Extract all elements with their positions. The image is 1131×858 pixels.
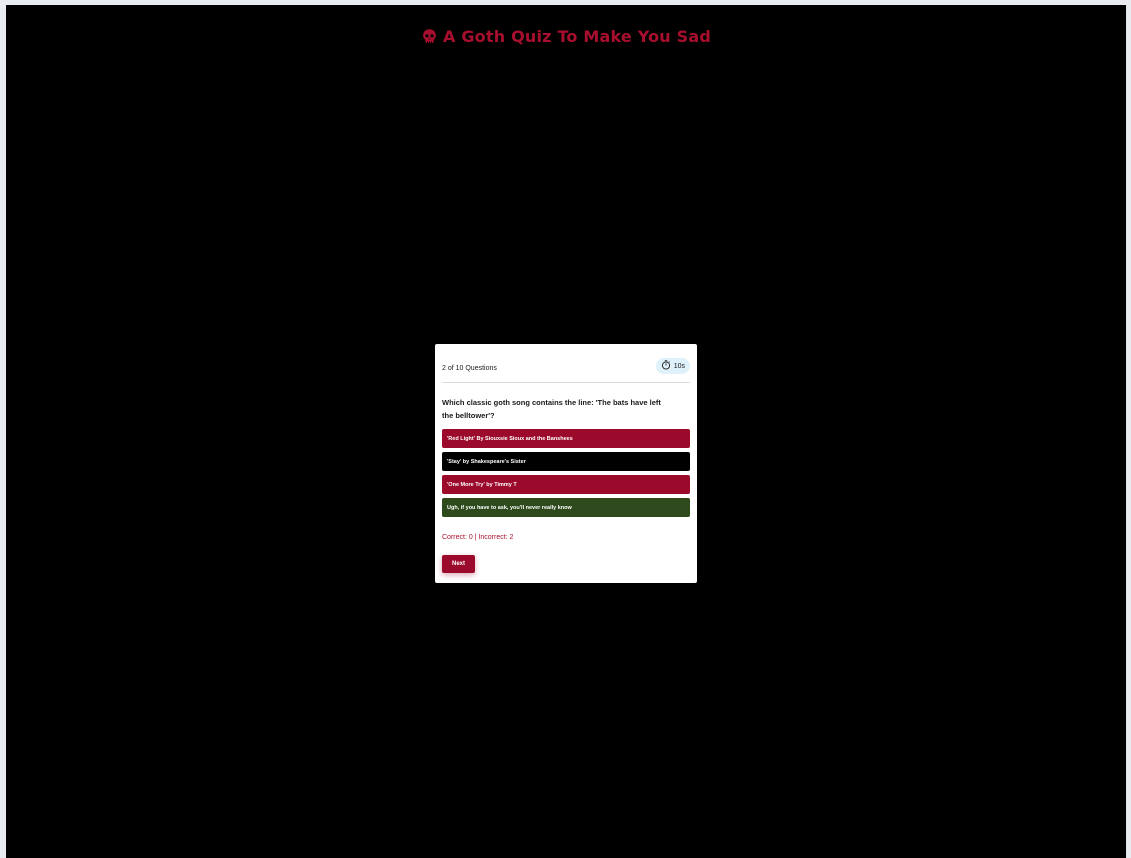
answer-option-1[interactable]: 'Red Light' By Siouxsie Sioux and the Ba… [442, 429, 690, 448]
quiz-stage: A Goth Quiz To Make You Sad 2 of 10 Ques… [6, 5, 1127, 858]
answer-option-3[interactable]: 'One More Try' by Timmy T [442, 475, 690, 494]
page-title: A Goth Quiz To Make You Sad [6, 27, 1126, 46]
score-text: Correct: 0 | Incorrect: 2 [442, 534, 514, 541]
timer-badge: 10s [655, 358, 690, 374]
quiz-card-header: 2 of 10 Questions 10s [442, 357, 690, 383]
quiz-card: 2 of 10 Questions 10s Which classic goth… [435, 344, 697, 583]
answer-option-label: 'One More Try' by Timmy T [447, 481, 517, 488]
skull-icon [421, 28, 438, 45]
stopwatch-icon [661, 360, 671, 372]
answer-option-label: 'Stay' by Shakespeare's Sister [447, 458, 526, 465]
answer-option-4[interactable]: Ugh, if you have to ask, you'll never re… [442, 498, 690, 517]
next-button[interactable]: Next [442, 555, 475, 573]
question-counter: 2 of 10 Questions [442, 365, 497, 372]
title-text: A Goth Quiz To Make You Sad [443, 27, 711, 46]
timer-value: 10s [673, 362, 685, 370]
answer-options: 'Red Light' By Siouxsie Sioux and the Ba… [442, 429, 690, 521]
answer-option-label: Ugh, if you have to ask, you'll never re… [447, 504, 572, 511]
question-text: Which classic goth song contains the lin… [442, 398, 661, 420]
answer-option-label: 'Red Light' By Siouxsie Sioux and the Ba… [447, 435, 573, 442]
answer-option-2[interactable]: 'Stay' by Shakespeare's Sister [442, 452, 690, 471]
